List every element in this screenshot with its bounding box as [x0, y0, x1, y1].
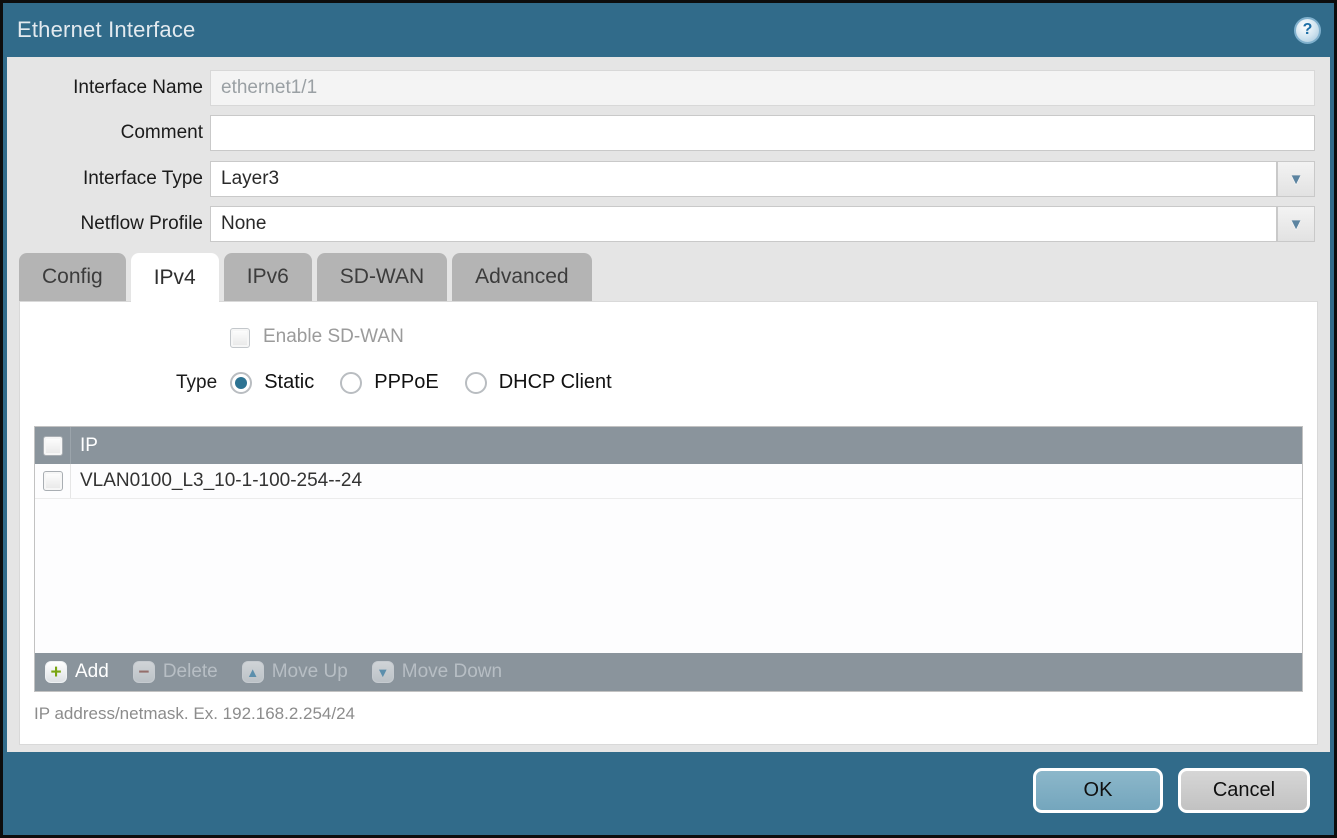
radio-option-dhcp-client[interactable]: DHCP Client — [465, 371, 612, 394]
help-icon[interactable]: ? — [1294, 17, 1321, 44]
dialog-titlebar: Ethernet Interface ? — [3, 3, 1334, 57]
radio-dhcp-client-label: DHCP Client — [499, 371, 612, 394]
radio-option-pppoe[interactable]: PPPoE — [340, 371, 438, 394]
ip-cell[interactable]: VLAN0100_L3_10-1-100-254--24 — [71, 470, 362, 492]
ip-table-header: IP — [35, 427, 1302, 464]
radio-static-label: Static — [264, 371, 314, 394]
arrow-up-icon: ▲ — [242, 661, 264, 683]
radio-dhcp-client[interactable] — [465, 372, 487, 394]
comment-label: Comment — [7, 115, 203, 151]
interface-name-label: Interface Name — [7, 70, 203, 106]
tab-bar: Config IPv4 IPv6 SD-WAN Advanced — [19, 253, 592, 301]
ip-column-header: IP — [71, 435, 98, 457]
ip-format-hint: IP address/netmask. Ex. 192.168.2.254/24 — [34, 704, 355, 724]
plus-icon: + — [45, 661, 67, 683]
move-up-button: ▲ Move Up — [242, 661, 348, 683]
enable-sdwan-checkbox — [230, 328, 250, 348]
cancel-button[interactable]: Cancel — [1178, 768, 1310, 813]
interface-name-input — [210, 70, 1315, 106]
tab-config[interactable]: Config — [19, 253, 126, 301]
chevron-down-icon: ▼ — [1289, 171, 1304, 188]
interface-type-label: Interface Type — [7, 161, 203, 197]
ipv4-tab-panel: Enable SD-WAN Type Static PPPoE DHCP Cli… — [19, 301, 1318, 745]
arrow-down-icon: ▼ — [372, 661, 394, 683]
move-down-button-label: Move Down — [402, 661, 502, 683]
select-all-checkbox[interactable] — [43, 436, 63, 456]
select-all-cell — [35, 427, 71, 464]
move-up-button-label: Move Up — [272, 661, 348, 683]
tab-ipv4[interactable]: IPv4 — [131, 253, 219, 305]
ok-button[interactable]: OK — [1033, 768, 1163, 813]
table-row[interactable]: VLAN0100_L3_10-1-100-254--24 — [35, 464, 1302, 499]
interface-type-row: Interface Type ▼ — [7, 161, 1330, 197]
delete-button: − Delete — [133, 661, 218, 683]
ethernet-interface-dialog: Ethernet Interface ? Interface Name Comm… — [0, 0, 1337, 838]
dialog-body: Interface Name Comment Interface Type ▼ … — [7, 57, 1330, 752]
add-button[interactable]: + Add — [45, 661, 109, 683]
radio-pppoe[interactable] — [340, 372, 362, 394]
move-down-button: ▼ Move Down — [372, 661, 502, 683]
interface-type-input[interactable] — [210, 161, 1277, 197]
add-button-label: Add — [75, 661, 109, 683]
netflow-profile-input[interactable] — [210, 206, 1277, 242]
interface-type-dropdown-button[interactable]: ▼ — [1277, 161, 1315, 197]
type-radio-group: Type Static PPPoE DHCP Client — [176, 371, 638, 394]
minus-icon: − — [133, 661, 155, 683]
radio-option-static[interactable]: Static — [230, 371, 314, 394]
netflow-profile-row: Netflow Profile ▼ — [7, 206, 1330, 242]
enable-sdwan-label: Enable SD-WAN — [263, 326, 404, 348]
netflow-profile-label: Netflow Profile — [7, 206, 203, 242]
delete-button-label: Delete — [163, 661, 218, 683]
comment-row: Comment — [7, 115, 1330, 151]
comment-input[interactable] — [210, 115, 1315, 151]
tab-advanced[interactable]: Advanced — [452, 253, 591, 301]
radio-pppoe-label: PPPoE — [374, 371, 438, 394]
tab-ipv6[interactable]: IPv6 — [224, 253, 312, 301]
row-checkbox[interactable] — [43, 471, 63, 491]
table-empty-area — [35, 499, 1302, 653]
chevron-down-icon: ▼ — [1289, 216, 1304, 233]
dialog-title: Ethernet Interface — [17, 17, 195, 43]
type-label: Type — [176, 372, 217, 394]
row-checkbox-cell — [35, 464, 71, 498]
radio-static[interactable] — [230, 372, 252, 394]
netflow-profile-dropdown-button[interactable]: ▼ — [1277, 206, 1315, 242]
interface-name-row: Interface Name — [7, 70, 1330, 106]
ip-address-table: IP VLAN0100_L3_10-1-100-254--24 + Add − — [34, 426, 1303, 692]
tab-sd-wan[interactable]: SD-WAN — [317, 253, 447, 301]
table-toolbar: + Add − Delete ▲ Move Up ▼ Move Down — [35, 653, 1302, 691]
